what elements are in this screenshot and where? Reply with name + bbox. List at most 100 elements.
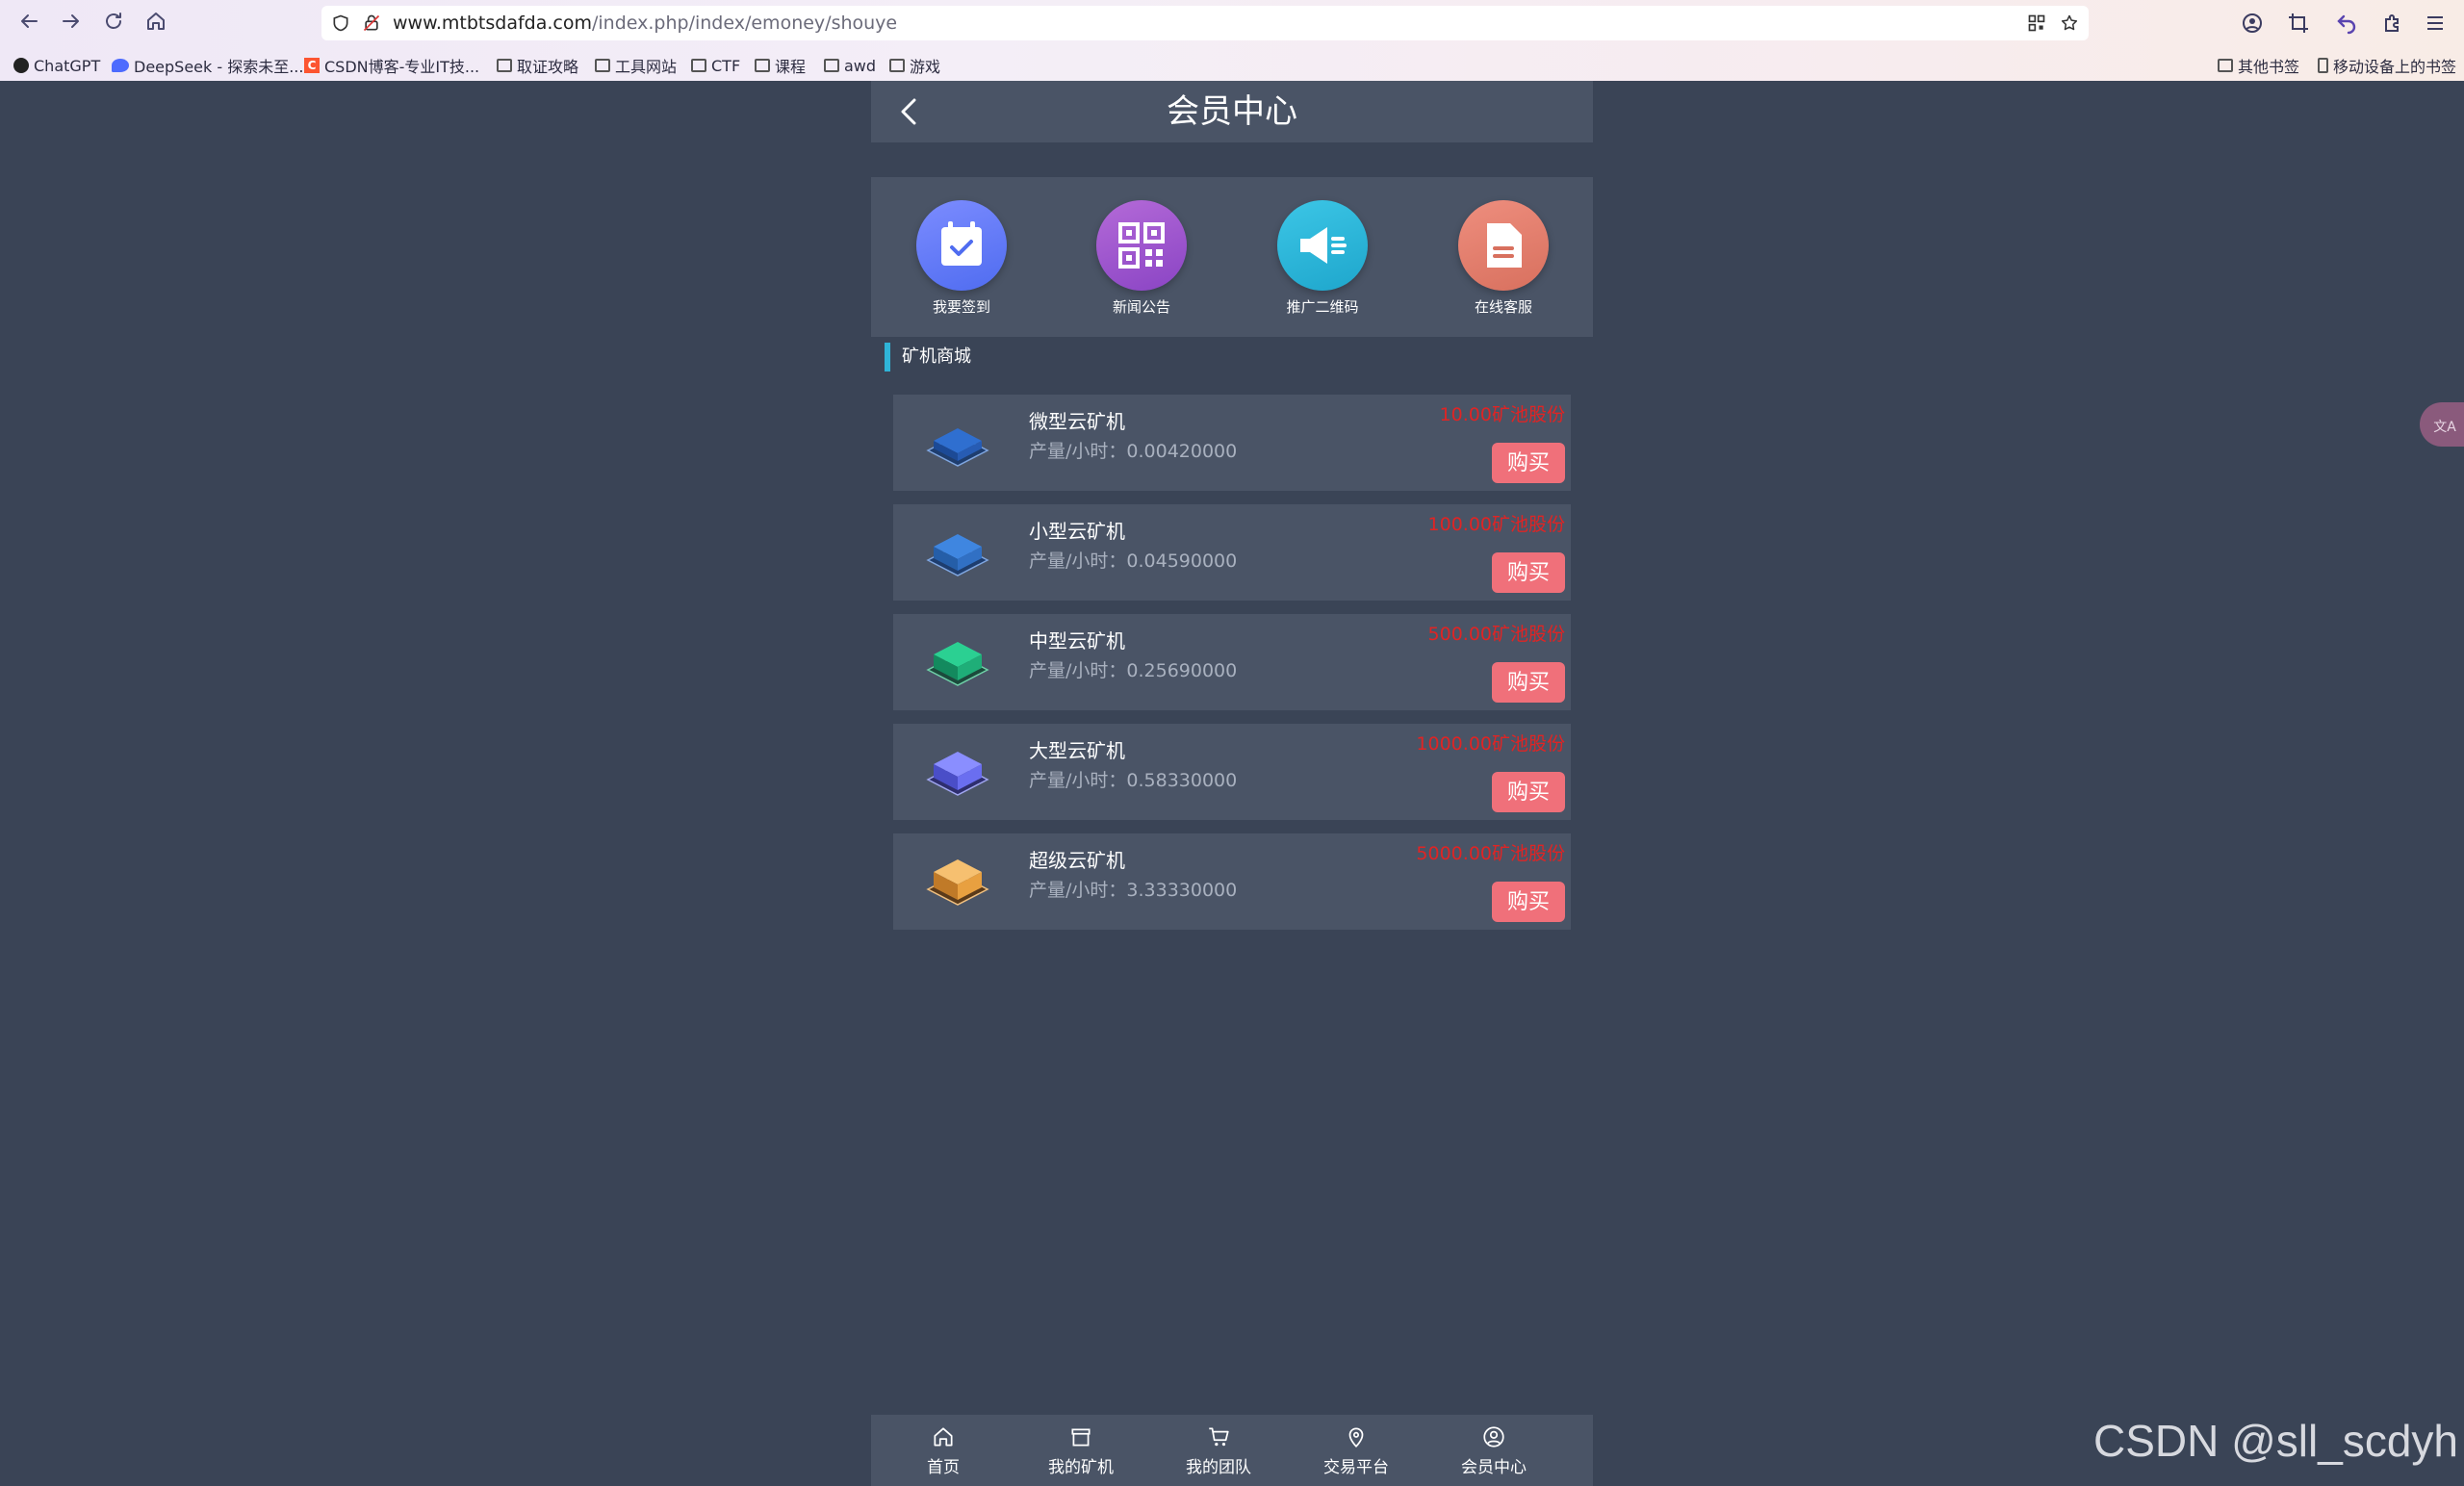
tab-my-team[interactable]: 我的团队 — [1146, 1415, 1291, 1486]
insecure-lock-icon[interactable] — [362, 13, 381, 33]
buy-button[interactable]: 购买 — [1492, 662, 1565, 703]
url-text[interactable]: www.mtbtsdafda.com/index.php/index/emone… — [393, 13, 897, 34]
miner-chip-icon — [926, 752, 989, 796]
calendar-check-icon — [941, 221, 982, 266]
location-pin-icon — [1348, 1427, 1364, 1448]
buy-button[interactable]: 购买 — [1492, 552, 1565, 593]
chatgpt-icon — [13, 58, 29, 73]
page-header: 会员中心 — [871, 81, 1593, 142]
extensions-icon[interactable] — [2381, 12, 2404, 35]
tab-label: 首页 — [927, 1458, 960, 1477]
quick-link-label: 新闻公告 — [1112, 298, 1170, 316]
tab-trading[interactable]: 交易平台 — [1284, 1415, 1428, 1486]
quick-link-label: 在线客服 — [1474, 298, 1532, 316]
miner-price: 500.00矿池股份 — [1427, 624, 1565, 645]
bookmark-folder-3[interactable]: CTF — [691, 54, 740, 77]
bookmark-folder-1[interactable]: 取证攻略 — [497, 54, 578, 77]
miner-card: 超级云矿机 产量/小时：3.33330000 5000.00矿池股份 购买 — [893, 833, 1571, 930]
quick-link-support[interactable]: 在线客服 — [1446, 200, 1561, 317]
qrcode-icon — [1118, 222, 1165, 269]
miner-card: 大型云矿机 产量/小时：0.58330000 1000.00矿池股份 购买 — [893, 724, 1571, 820]
bookmark-label: awd — [844, 56, 877, 75]
page-title: 会员中心 — [1167, 92, 1297, 131]
bookmark-label: 课程 — [775, 58, 807, 76]
bookmark-star-icon[interactable] — [2060, 13, 2079, 33]
quick-link-checkin[interactable]: 我要签到 — [904, 200, 1019, 317]
home-icon — [934, 1427, 953, 1447]
bookmark-chatgpt[interactable]: ChatGPT — [13, 54, 100, 77]
forward-arrow-icon[interactable] — [58, 10, 85, 37]
miner-rate: 产量/小时：0.04590000 — [1029, 551, 1238, 572]
svg-text:文A: 文A — [2433, 420, 2456, 435]
undo-icon[interactable] — [2335, 12, 2358, 35]
buy-button[interactable]: 购买 — [1492, 772, 1565, 812]
qrcode-browser-icon[interactable] — [2027, 13, 2046, 33]
crop-icon[interactable] — [2287, 12, 2310, 35]
tab-member-center[interactable]: 会员中心 — [1422, 1415, 1566, 1486]
quick-link-promo-qr[interactable]: 推广二维码 — [1265, 200, 1380, 317]
folder-icon — [497, 59, 512, 72]
bookmark-folder-2[interactable]: 工具网站 — [595, 54, 677, 77]
qlink-circle — [916, 200, 1007, 291]
bookmark-csdn[interactable]: C CSDN博客-专业IT技... — [304, 54, 479, 77]
miner-name: 微型云矿机 — [1029, 410, 1125, 433]
shield-icon[interactable] — [331, 13, 350, 33]
miner-card: 中型云矿机 产量/小时：0.25690000 500.00矿池股份 购买 — [893, 614, 1571, 710]
miner-chip-icon — [926, 642, 989, 686]
miner-rate: 产量/小时：0.00420000 — [1029, 441, 1238, 462]
section-title: 矿机商城 — [885, 343, 971, 372]
miner-card: 小型云矿机 产量/小时：0.04590000 100.00矿池股份 购买 — [893, 504, 1571, 601]
bookmark-label: 移动设备上的书签 — [2333, 58, 2457, 76]
miner-name: 超级云矿机 — [1029, 849, 1125, 872]
bookmark-label: 取证攻略 — [517, 58, 579, 76]
translate-float-button[interactable]: 文A — [2420, 402, 2464, 447]
reload-icon[interactable] — [100, 10, 127, 37]
bookmark-label: 工具网站 — [615, 58, 678, 76]
tab-home[interactable]: 首页 — [871, 1415, 1015, 1486]
bottom-tab-bar: 首页 我的矿机 我的团队 交易平台 会员中心 — [871, 1415, 1593, 1486]
qlink-circle — [1458, 200, 1549, 291]
tab-label: 我的矿机 — [1048, 1458, 1114, 1477]
megaphone-icon — [1300, 227, 1347, 264]
bookmark-folder-6[interactable]: 游戏 — [889, 54, 940, 77]
miner-card: 微型云矿机 产量/小时：0.00420000 10.00矿池股份 购买 — [893, 395, 1571, 491]
account-icon[interactable] — [2241, 12, 2264, 35]
folder-icon — [889, 59, 905, 72]
document-icon — [1487, 223, 1522, 268]
bookmark-folder-5[interactable]: awd — [824, 54, 876, 77]
folder-icon — [691, 59, 706, 72]
buy-button[interactable]: 购买 — [1492, 882, 1565, 922]
miner-rate: 产量/小时：3.33330000 — [1029, 880, 1238, 901]
miner-name: 大型云矿机 — [1029, 739, 1125, 762]
store-icon — [1071, 1428, 1091, 1447]
miner-price: 100.00矿池股份 — [1427, 514, 1565, 535]
address-bar[interactable]: www.mtbtsdafda.com/index.php/index/emone… — [321, 6, 2089, 40]
back-arrow-icon[interactable] — [15, 10, 42, 37]
tab-my-miners[interactable]: 我的矿机 — [1009, 1415, 1153, 1486]
menu-icon[interactable] — [2424, 12, 2447, 35]
watermark: CSDN @sll_scdyh — [2092, 1416, 2458, 1466]
quick-link-label: 推广二维码 — [1286, 298, 1359, 316]
quick-link-label: 我要签到 — [932, 298, 990, 316]
miner-name: 小型云矿机 — [1029, 520, 1125, 543]
quick-link-news[interactable]: 新闻公告 — [1084, 200, 1199, 317]
qlink-circle — [1096, 200, 1187, 291]
bookmark-folder-4[interactable]: 课程 — [755, 54, 806, 77]
miner-rate: 产量/小时：0.25690000 — [1029, 660, 1238, 681]
mobile-device-icon — [2318, 58, 2328, 73]
bookmark-label: CTF — [711, 56, 741, 75]
csdn-icon: C — [304, 58, 320, 73]
translate-icon: 文A — [2433, 420, 2456, 435]
tab-label: 我的团队 — [1186, 1458, 1251, 1477]
quick-links-panel: 我要签到 新闻公告 推广二维码 在线客服 — [871, 177, 1593, 337]
home-browser-icon[interactable] — [142, 10, 169, 37]
bookmark-label: CSDN博客-专业IT技... — [324, 58, 480, 76]
buy-button[interactable]: 购买 — [1492, 443, 1565, 483]
user-circle-icon — [1483, 1426, 1504, 1448]
browser-chrome: www.mtbtsdafda.com/index.php/index/emone… — [0, 0, 2464, 81]
bookmark-deepseek[interactable]: DeepSeek - 探索未至... — [112, 54, 303, 77]
mobile-bookmarks[interactable]: 移动设备上的书签 — [2318, 54, 2456, 77]
folder-icon — [2218, 59, 2233, 72]
other-bookmarks[interactable]: 其他书签 — [2218, 54, 2299, 77]
mobile-page: 会员中心 我要签到 新闻公告 推广二维码 在线客服 矿机商城 微型云矿机 产量/… — [871, 81, 1593, 1486]
